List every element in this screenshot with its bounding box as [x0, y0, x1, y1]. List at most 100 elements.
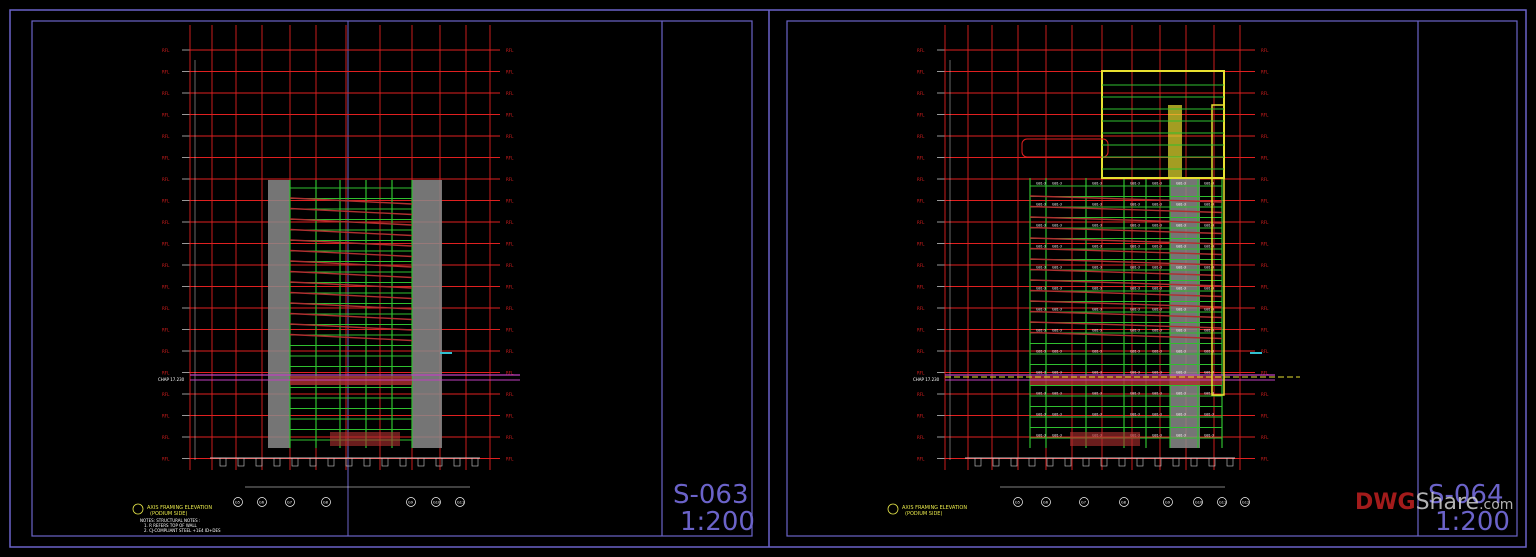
- level-label-left: RFL: [917, 91, 925, 96]
- beam-label: GB1-3: [1052, 182, 1062, 186]
- right-drawing-title: AXIS FRAMING ELEVATION (PODIUM SIDE): [887, 503, 967, 517]
- level-label-right: RFL: [506, 392, 514, 397]
- tower-crown-column: [1168, 105, 1182, 178]
- beam-label: GB1-3: [1092, 224, 1102, 228]
- level-label-left: RFL: [917, 177, 925, 182]
- level-label-left: RFL: [917, 199, 925, 204]
- beam-label: GB1-3: [1130, 371, 1140, 375]
- beam-label: GB1-3: [1092, 392, 1102, 396]
- level-label-right: RFL: [506, 285, 514, 290]
- beam-label: GB1-3: [1152, 224, 1162, 228]
- beam-label: GB1-3: [1036, 245, 1046, 249]
- level-label-left: RFL: [917, 349, 925, 354]
- pile-cap: [399, 457, 407, 467]
- pile-cap: [273, 457, 281, 467]
- grid-bubble-label: G5: [1015, 501, 1020, 505]
- level-label-right: RFL: [1261, 349, 1269, 354]
- pile-cap: [327, 457, 335, 467]
- level-label-right: RFL: [506, 414, 514, 419]
- beam-label: GB1-3: [1130, 224, 1140, 228]
- level-label-left: RFL: [162, 328, 170, 333]
- beam-label: GB1-3: [1152, 371, 1162, 375]
- beam-label: GB1-3: [1036, 203, 1046, 207]
- beam-label: GB1-3: [1152, 203, 1162, 207]
- ground-level-label: CHAP 17.230: [913, 377, 940, 382]
- beam-label: GB1-3: [1052, 413, 1062, 417]
- pile-cap: [1190, 457, 1198, 467]
- beam-label: GB1-3: [1176, 371, 1186, 375]
- level-label-right: RFL: [506, 242, 514, 247]
- level-label-left: RFL: [162, 371, 170, 376]
- level-label-right: RFL: [506, 91, 514, 96]
- level-label-right: RFL: [506, 328, 514, 333]
- level-label-left: RFL: [162, 242, 170, 247]
- level-label-right: RFL: [506, 113, 514, 118]
- left-subtitle-text: (PODIUM SIDE): [150, 511, 187, 517]
- cad-drawing-canvas[interactable]: RFL RFL RFL RFL RFL RFL RFL RFL RFL RFL RFL RFL RFL R…: [0, 0, 1536, 557]
- beam-label: GB1-3: [1036, 392, 1046, 396]
- grid-bubble-label: G12: [1242, 501, 1249, 505]
- level-label-left: RFL: [162, 263, 170, 268]
- beam-label: GB1-3: [1036, 371, 1046, 375]
- pile-cap: [1172, 457, 1180, 467]
- beam-label: GB1-3: [1092, 308, 1102, 312]
- level-label-right: RFL: [506, 263, 514, 268]
- pile-cap: [453, 457, 461, 467]
- level-label-right: RFL: [1261, 134, 1269, 139]
- beam-label: GB1-3: [1152, 266, 1162, 270]
- beam-label: GB1-3: [1052, 371, 1062, 375]
- level-label-left: RFL: [162, 349, 170, 354]
- pile-cap: [237, 457, 245, 467]
- level-label-right: RFL: [506, 48, 514, 53]
- level-label-right: RFL: [1261, 70, 1269, 75]
- pile-cap: [309, 457, 317, 467]
- level-label-left: RFL: [917, 113, 925, 118]
- grid-bubble-label: G7: [1081, 501, 1086, 505]
- level-label-left: RFL: [917, 134, 925, 139]
- beam-label: GB1-3: [1204, 413, 1214, 417]
- grid-bubble-label: G10: [433, 501, 440, 505]
- pile-cap: [1082, 457, 1090, 467]
- level-label-right: RFL: [1261, 199, 1269, 204]
- beam-label: GB1-3: [1052, 350, 1062, 354]
- pile-cap: [992, 457, 1000, 467]
- beam-label: GB1-3: [1036, 434, 1046, 438]
- beam-label: GB1-3: [1092, 371, 1102, 375]
- level-label-right: RFL: [506, 457, 514, 462]
- grid-bubble-label: G11: [457, 501, 464, 505]
- beam-label: GB1-3: [1130, 203, 1140, 207]
- beam-label: GB1-3: [1176, 434, 1186, 438]
- left-drawing-title: AXIS FRAMING ELEVATION (PODIUM SIDE) NOT…: [132, 503, 221, 533]
- level-label-right: RFL: [506, 435, 514, 440]
- pile-cap: [1010, 457, 1018, 467]
- beam-label: GB1-3: [1176, 392, 1186, 396]
- beam-label: GB1-3: [1152, 245, 1162, 249]
- level-label-left: RFL: [917, 371, 925, 376]
- pile-cap: [1118, 457, 1126, 467]
- beam-label: GB1-3: [1130, 308, 1140, 312]
- left-sheet-scale: 1:200: [680, 507, 755, 537]
- beam-label: GB1-3: [1176, 308, 1186, 312]
- pile-cap: [363, 457, 371, 467]
- level-label-left: RFL: [917, 263, 925, 268]
- left-elevation-drawing: RFL RFL RFL RFL RFL RFL RFL RFL RFL RFL RFL RFL RFL R…: [158, 25, 520, 507]
- level-label-left: RFL: [162, 306, 170, 311]
- pile-cap: [219, 457, 227, 467]
- beam-label: GB1-3: [1052, 224, 1062, 228]
- level-label-right: RFL: [1261, 306, 1269, 311]
- level-label-right: RFL: [506, 156, 514, 161]
- level-label-right: RFL: [506, 199, 514, 204]
- level-label-left: RFL: [917, 414, 925, 419]
- level-label-left: RFL: [162, 285, 170, 290]
- level-label-left: RFL: [917, 242, 925, 247]
- right-elevation-drawing: RFL RFL RFL RFL RFL RFL RFL RFL RFL RFL RFL RFL RFL R…: [913, 25, 1300, 507]
- level-label-right: RFL: [1261, 414, 1269, 419]
- beam-label: GB1-3: [1176, 329, 1186, 333]
- level-label-right: RFL: [1261, 156, 1269, 161]
- beam-label: GB1-3: [1036, 350, 1046, 354]
- beam-label: GB1-3: [1176, 224, 1186, 228]
- level-label-left: RFL: [917, 306, 925, 311]
- beam-label: GB1-3: [1092, 413, 1102, 417]
- beam-label: GB1-3: [1176, 413, 1186, 417]
- level-label-right: RFL: [506, 306, 514, 311]
